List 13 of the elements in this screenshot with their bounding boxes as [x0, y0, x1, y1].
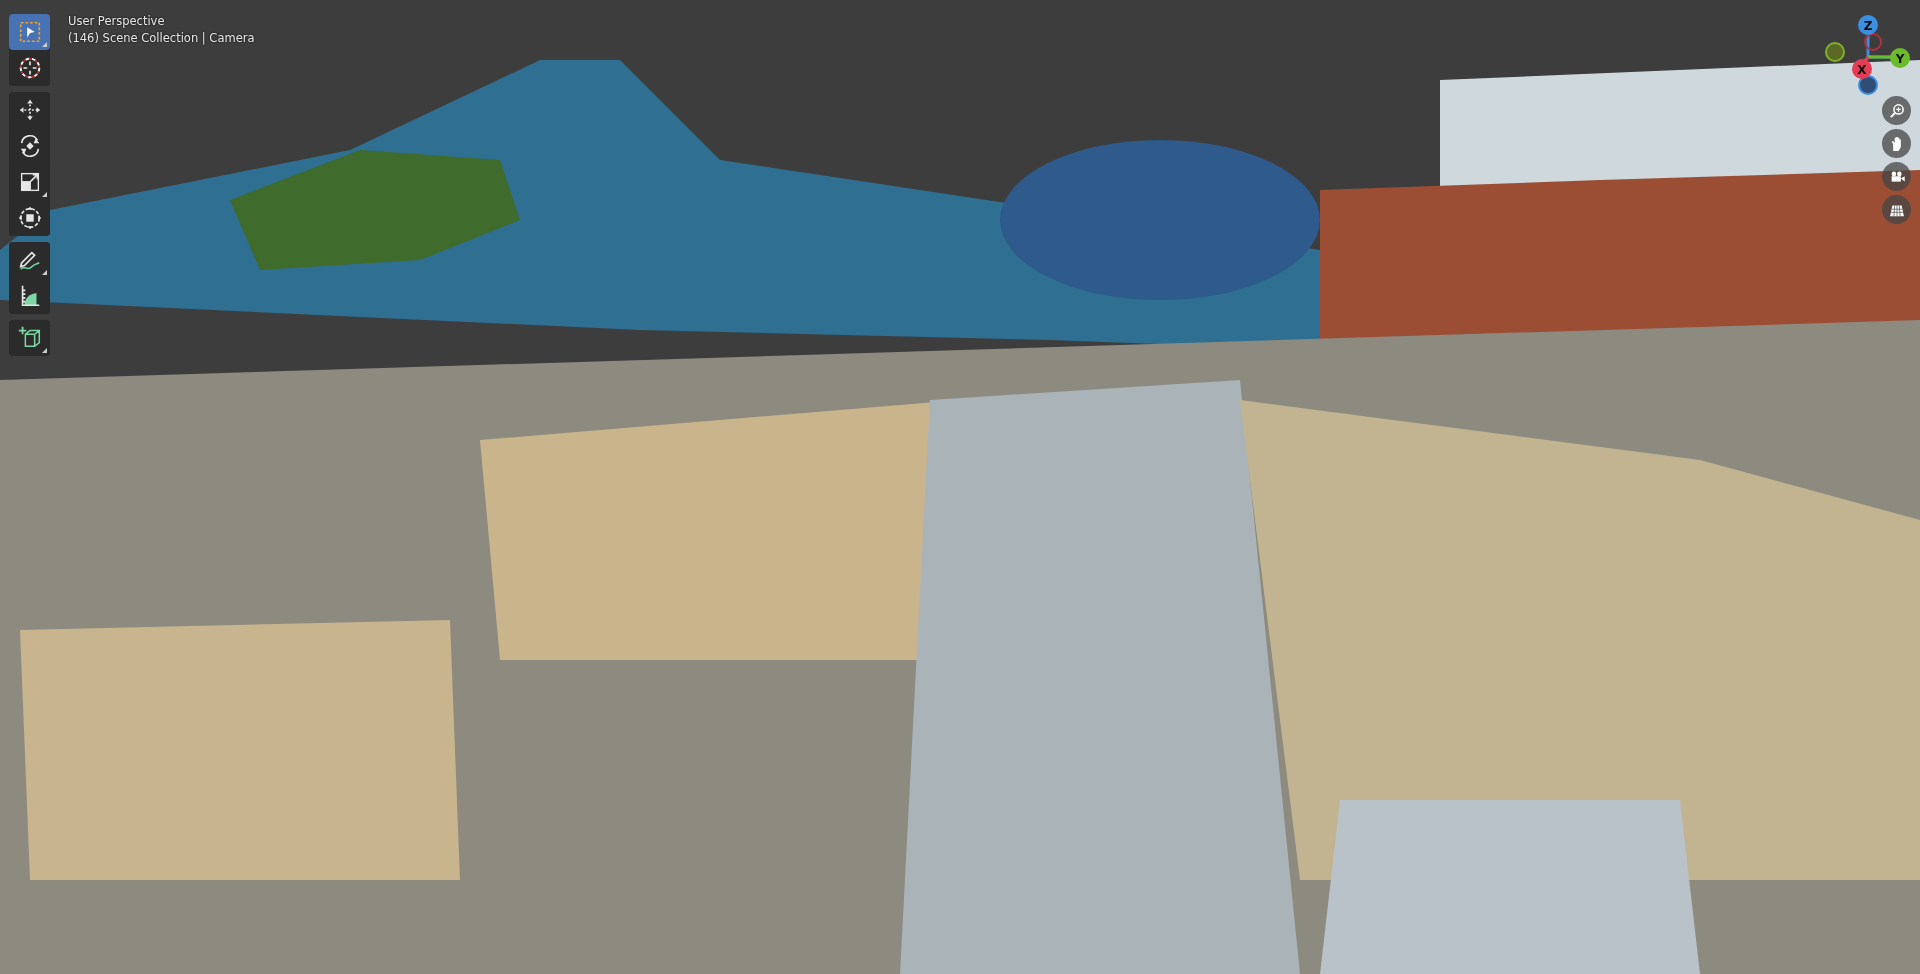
view-title: User Perspective — [68, 14, 166, 28]
y-axis-label: Y — [1895, 52, 1905, 66]
transform-icon — [16, 205, 43, 231]
x-axis-label: X — [1857, 63, 1867, 77]
corner-triangle-icon — [42, 348, 47, 353]
axis-gizmo[interactable]: Z Y X — [1825, 15, 1910, 95]
corner-triangle-icon — [42, 270, 47, 275]
scene-info: (146) Scene Collection | Camera — [68, 31, 255, 45]
z-axis-label: Z — [1863, 19, 1873, 33]
add-cube-tool-button[interactable] — [9, 320, 50, 356]
corner-triangle-icon — [42, 42, 47, 47]
pencil-squiggle-tool-button[interactable] — [9, 242, 50, 278]
corner-triangle-icon — [42, 192, 47, 197]
